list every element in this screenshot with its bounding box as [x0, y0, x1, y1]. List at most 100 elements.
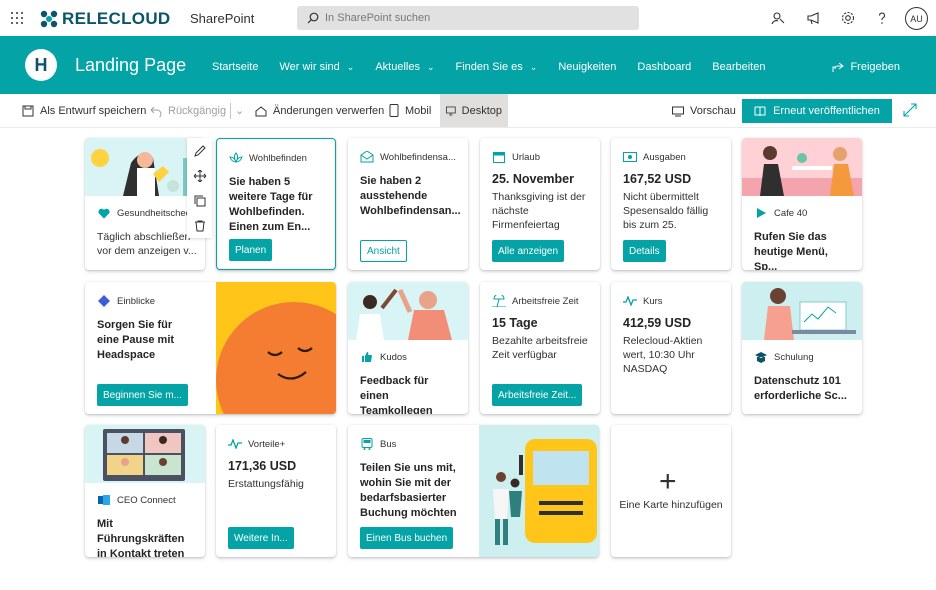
duplicate-icon[interactable]	[187, 188, 212, 213]
training-illustration	[742, 282, 862, 340]
card-schulung[interactable]: Schulung Datenschutz 101 erforderliche S…	[742, 282, 862, 414]
feedback-icon[interactable]	[770, 10, 786, 26]
bus-icon	[360, 437, 374, 451]
card-kudos[interactable]: Kudos Feedback für einen Teamkollegen be…	[348, 282, 468, 414]
card-urlaub[interactable]: Urlaub 25. November Thanksgiving ist der…	[480, 138, 600, 270]
move-icon[interactable]	[187, 163, 212, 188]
card-wohlbefindensanfragen[interactable]: Wohlbefindensa... Sie haben 2 ausstehend…	[348, 138, 468, 270]
add-card-label: Eine Karte hinzufügen	[619, 499, 723, 511]
site-navigation: Startseite Wer wir sind ⌄ Aktuelles ⌄ Find…	[212, 61, 786, 73]
card-wohlbefinden[interactable]: Wohlbefinden Sie haben 5 weitere Tage fü…	[216, 138, 336, 270]
edit-pencil-icon[interactable]	[187, 138, 212, 163]
nav-item-bearbeiten[interactable]: Bearbeiten	[712, 61, 765, 73]
app-launcher-icon[interactable]	[11, 12, 23, 24]
app-name[interactable]: SharePoint	[190, 11, 254, 26]
site-logo[interactable]: H	[25, 49, 57, 81]
card-subtitle: Thanksgiving ist der nächste Firmenfeier…	[492, 191, 586, 231]
card-ceo-connect[interactable]: CEO Connect Mit Führungskräften in Konta…	[85, 425, 205, 557]
command-bar: Als Entwurf speichern Rückgängig ⌄ Änder…	[0, 94, 936, 128]
plan-button[interactable]: Planen	[229, 239, 273, 261]
heart-icon	[97, 206, 111, 220]
site-title[interactable]: Landing Page	[75, 55, 186, 76]
beach-icon	[492, 294, 506, 308]
divider	[230, 102, 231, 119]
nav-item-wer-wir-sind[interactable]: Wer wir sind ⌄	[279, 61, 354, 73]
mobile-view-button[interactable]: Mobil	[389, 94, 431, 127]
search-placeholder: In SharePoint suchen	[325, 12, 431, 24]
delete-icon[interactable]	[187, 213, 212, 238]
relecloud-logo-icon	[40, 10, 58, 28]
card-cafe-40[interactable]: Cafe 40 Rufen Sie das heutige Menü, Sp..…	[742, 138, 862, 270]
card-title: Sie haben 5 weitere Tage für Wohlbefinde…	[229, 176, 313, 233]
desktop-view-button[interactable]: Desktop	[440, 94, 508, 127]
nav-item-neuigkeiten[interactable]: Neuigkeiten	[558, 61, 616, 73]
card-einblicke[interactable]: Einblicke Sorgen Sie für eine Pause mit …	[85, 282, 336, 414]
plus-icon: +	[659, 465, 677, 498]
money-icon	[623, 150, 637, 164]
card-title: 25. November	[492, 172, 574, 186]
discard-icon	[255, 105, 267, 116]
card-title: 171,36 USD	[228, 459, 297, 473]
card-title: Sie haben 2 ausstehende Wohlbefindensan.…	[360, 175, 461, 217]
help-icon[interactable]	[874, 10, 890, 26]
card-header: Wohlbefinden	[229, 151, 334, 165]
card-arbeitsfreie-zeit[interactable]: Arbeitsfreie Zeit 15 Tage Bezahlte arbei…	[480, 282, 600, 414]
book-bus-button[interactable]: Einen Bus buchen	[360, 527, 454, 549]
nav-item-finden-sie-es[interactable]: Finden Sie es ⌄	[456, 61, 538, 73]
brand-name: RELECLOUD	[62, 9, 171, 28]
card-edit-toolbar	[187, 138, 212, 238]
phone-icon	[389, 104, 399, 117]
add-card-button[interactable]: + Eine Karte hinzufügen	[611, 425, 731, 557]
undo-button[interactable]: Rückgängig	[150, 94, 226, 127]
card-header: Arbeitsfreie Zeit	[492, 294, 597, 308]
preview-button[interactable]: Vorschau	[672, 94, 736, 127]
save-draft-button[interactable]: Als Entwurf speichern	[22, 94, 146, 127]
search-box[interactable]: In SharePoint suchen	[297, 6, 639, 30]
show-all-button[interactable]: Alle anzeigen	[492, 240, 565, 262]
nav-item-dashboard[interactable]: Dashboard	[637, 61, 691, 73]
mail-icon	[360, 150, 374, 164]
card-vorteile[interactable]: Vorteile+ 171,36 USD Erstattungsfähig We…	[216, 425, 336, 557]
education-icon	[754, 350, 768, 364]
undo-dropdown[interactable]: ⌄	[230, 94, 244, 127]
card-header: Wohlbefindensa...	[360, 150, 465, 164]
card-subtitle: Erstattungsfähig	[228, 478, 304, 490]
card-header: Urlaub	[492, 150, 597, 164]
outlook-icon	[97, 493, 111, 507]
nav-item-aktuelles[interactable]: Aktuelles ⌄	[375, 61, 434, 73]
brand-logo[interactable]: RELECLOUD	[40, 9, 170, 29]
more-info-button[interactable]: Weitere In...	[228, 527, 294, 549]
card-bus[interactable]: Bus Teilen Sie uns mit, wohin Sie mit de…	[348, 425, 599, 557]
monitor-icon	[446, 106, 456, 115]
save-icon	[22, 105, 34, 116]
share-button[interactable]: Freigeben	[832, 61, 900, 73]
card-header: Schulung	[754, 350, 859, 364]
chevron-down-icon: ⌄	[346, 61, 355, 72]
search-icon	[307, 12, 319, 24]
discard-changes-button[interactable]: Änderungen verwerfen	[255, 94, 384, 127]
stock-chart-icon	[623, 294, 637, 308]
card-title: Datenschutz 101 erforderliche Sc...	[754, 375, 847, 402]
time-off-button[interactable]: Arbeitsfreie Zeit...	[492, 384, 583, 406]
republish-button[interactable]: Erneut veröffentlichen	[742, 99, 892, 123]
card-header: Kudos	[360, 350, 465, 364]
avatar[interactable]: AU	[905, 7, 928, 30]
kudos-illustration	[348, 282, 468, 340]
share-icon	[832, 62, 845, 72]
view-button[interactable]: Ansicht	[360, 240, 407, 262]
card-kurs[interactable]: Kurs 412,59 USD Relecloud-Aktien wert, 1…	[611, 282, 731, 414]
gear-icon[interactable]	[840, 10, 856, 26]
expand-icon[interactable]	[903, 103, 917, 117]
diamond-icon	[97, 294, 111, 308]
video-call-illustration	[85, 425, 205, 483]
card-header: CEO Connect	[97, 493, 202, 507]
nav-item-startseite[interactable]: Startseite	[212, 61, 258, 73]
start-button[interactable]: Beginnen Sie m...	[97, 384, 188, 406]
thumbs-up-icon	[360, 350, 374, 364]
megaphone-icon[interactable]	[806, 10, 822, 26]
card-title: 412,59 USD	[623, 316, 692, 330]
card-title: Rufen Sie das heutige Menü, Sp...	[754, 231, 828, 270]
preview-icon	[672, 106, 684, 116]
details-button[interactable]: Details	[623, 240, 666, 262]
card-ausgaben[interactable]: Ausgaben 167,52 USD Nicht übermittelt Sp…	[611, 138, 731, 270]
